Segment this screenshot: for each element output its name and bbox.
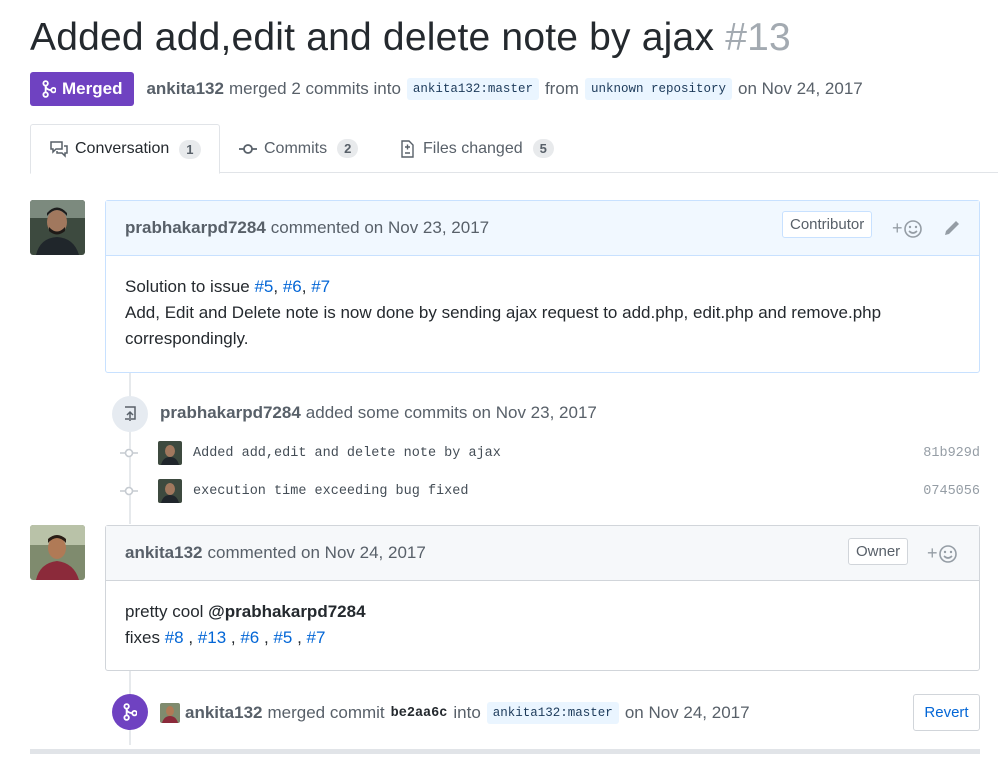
avatar[interactable] [30, 200, 85, 255]
comment-body: pretty cool @prabhakarpd7284 fixes #8 , … [106, 581, 979, 669]
into-text: into [453, 703, 481, 722]
separator: , [183, 628, 198, 647]
event-author-link[interactable]: prabhakarpd7284 [160, 403, 301, 423]
separator: , [301, 277, 312, 296]
commit-dot-icon [120, 485, 138, 497]
comment-meta[interactable]: commented on Nov 23, 2017 [271, 218, 489, 238]
pr-tabs: Conversation 1 Commits 2 Files changed 5 [30, 124, 998, 174]
repo-push-icon [125, 406, 136, 421]
owner-badge: Owner [848, 538, 909, 565]
pr-number: #13 [725, 16, 791, 59]
pr-action-text: merged 2 commits into [228, 79, 401, 98]
user-avatar-image [30, 525, 85, 580]
merge-event: ankita132 merged commit be2aa6c into ank… [160, 702, 750, 724]
event-text: added some commits on Nov 23, 2017 [305, 403, 597, 422]
tab-files-label: Files changed [423, 139, 523, 157]
commit-message-link[interactable]: Added add,edit and delete note by ajax [193, 446, 501, 461]
avatar[interactable] [158, 479, 182, 503]
comment-card: ankita132 commented on Nov 24, 2017 Owne… [105, 525, 980, 671]
tab-commits-count: 2 [337, 139, 359, 158]
comment-text: pretty cool [125, 602, 209, 621]
commit-message-link[interactable]: execution time exceeding bug fixed [193, 484, 468, 499]
repo-push-badge [112, 396, 148, 432]
user-mention-link[interactable]: @prabhakarpd7284 [208, 602, 365, 621]
comment-body: Solution to issue #5, #6, #7 Add, Edit a… [106, 256, 979, 370]
pr-meta: Merged ankita132 merged 2 commits into a… [30, 72, 863, 106]
head-branch: unknown repository [584, 78, 732, 100]
pencil-icon [945, 221, 959, 235]
merged-state-badge: Merged [30, 72, 135, 106]
user-avatar-image [30, 200, 85, 255]
comment-author-link[interactable]: prabhakarpd7284 [125, 218, 266, 238]
commit-dot-icon [120, 447, 138, 459]
merge-date: on Nov 24, 2017 [624, 703, 750, 722]
comment-line-1: pretty cool @prabhakarpd7284 [125, 599, 960, 625]
comment-card: prabhakarpd7284 commented on Nov 23, 201… [105, 200, 980, 373]
comment-header: ankita132 commented on Nov 24, 2017 Owne… [106, 526, 979, 581]
tab-files-count: 5 [532, 139, 554, 158]
tab-commits-label: Commits [264, 139, 328, 157]
base-branch[interactable]: ankita132:master [486, 702, 619, 724]
commit-sha-link[interactable]: 0745056 [923, 484, 980, 499]
tab-files-changed[interactable]: Files changed 5 [379, 124, 572, 173]
issue-link[interactable]: #8 [165, 628, 184, 647]
git-merge-icon [42, 80, 56, 98]
git-merge-icon [123, 703, 137, 721]
pr-author-link[interactable]: ankita132 [146, 79, 224, 99]
pr-date: on Nov 24, 2017 [737, 79, 863, 98]
base-branch[interactable]: ankita132:master [406, 78, 539, 100]
avatar[interactable] [30, 525, 85, 580]
comment-line-1: Solution to issue #5, #6, #7 [125, 274, 960, 300]
tab-conversation[interactable]: Conversation 1 [30, 124, 220, 174]
contributor-badge: Contributor [782, 211, 873, 238]
comment-line-2: fixes #8 , #13 , #6 , #5 , #7 [125, 625, 960, 651]
state-label: Merged [62, 79, 123, 98]
smiley-icon [903, 219, 922, 238]
tab-commits[interactable]: Commits 2 [220, 124, 376, 173]
comment-line-2: Add, Edit and Delete note is now done by… [125, 303, 882, 348]
timeline-end-divider [30, 749, 980, 754]
merge-commit-sha-link[interactable]: be2aa6c [391, 706, 448, 721]
event-author-link[interactable]: ankita132 [185, 703, 263, 723]
from-text: from [544, 79, 579, 98]
issue-link[interactable]: #13 [198, 628, 226, 647]
issue-link[interactable]: #5 [273, 628, 292, 647]
issue-link[interactable]: #6 [240, 628, 259, 647]
edit-comment-button[interactable] [942, 218, 962, 238]
pr-title: Added add,edit and delete note by ajax #… [30, 16, 791, 60]
git-commit-icon [239, 143, 257, 154]
plus-label: + [892, 218, 903, 238]
separator: , [226, 628, 241, 647]
separator: , [292, 628, 307, 647]
separator: , [273, 277, 283, 296]
issue-link[interactable]: #5 [254, 277, 273, 296]
tab-conversation-count: 1 [179, 139, 201, 159]
tab-conversation-label: Conversation [75, 140, 170, 157]
comment-text: Solution to issue [125, 277, 255, 296]
avatar[interactable] [158, 441, 182, 465]
commits-added-event: prabhakarpd7284 added some commits on No… [160, 403, 597, 423]
commit-sha-link[interactable]: 81b929d [923, 446, 980, 461]
file-diff-icon [401, 139, 414, 158]
issue-link[interactable]: #7 [307, 628, 326, 647]
add-reaction-button[interactable]: + [927, 543, 958, 564]
comment-discussion-icon [50, 141, 68, 158]
pr-title-text: Added add,edit and delete note by ajax [30, 16, 715, 59]
separator: , [259, 628, 274, 647]
event-text: merged commit [267, 703, 385, 722]
revert-button[interactable]: Revert [913, 694, 980, 731]
add-reaction-button[interactable]: + [892, 218, 923, 239]
avatar[interactable] [160, 703, 180, 723]
comment-header: prabhakarpd7284 commented on Nov 23, 201… [106, 201, 979, 256]
issue-link[interactable]: #6 [283, 277, 302, 296]
issue-link[interactable]: #7 [311, 277, 330, 296]
plus-label: + [927, 543, 938, 563]
smiley-icon [938, 544, 957, 563]
commit-row: execution time exceeding bug fixed 07450… [120, 477, 980, 505]
comment-author-link[interactable]: ankita132 [125, 543, 203, 563]
merge-event-badge [112, 694, 148, 730]
comment-meta[interactable]: commented on Nov 24, 2017 [208, 543, 426, 563]
commit-row: Added add,edit and delete note by ajax 8… [120, 439, 980, 467]
comment-text: fixes [125, 628, 165, 647]
